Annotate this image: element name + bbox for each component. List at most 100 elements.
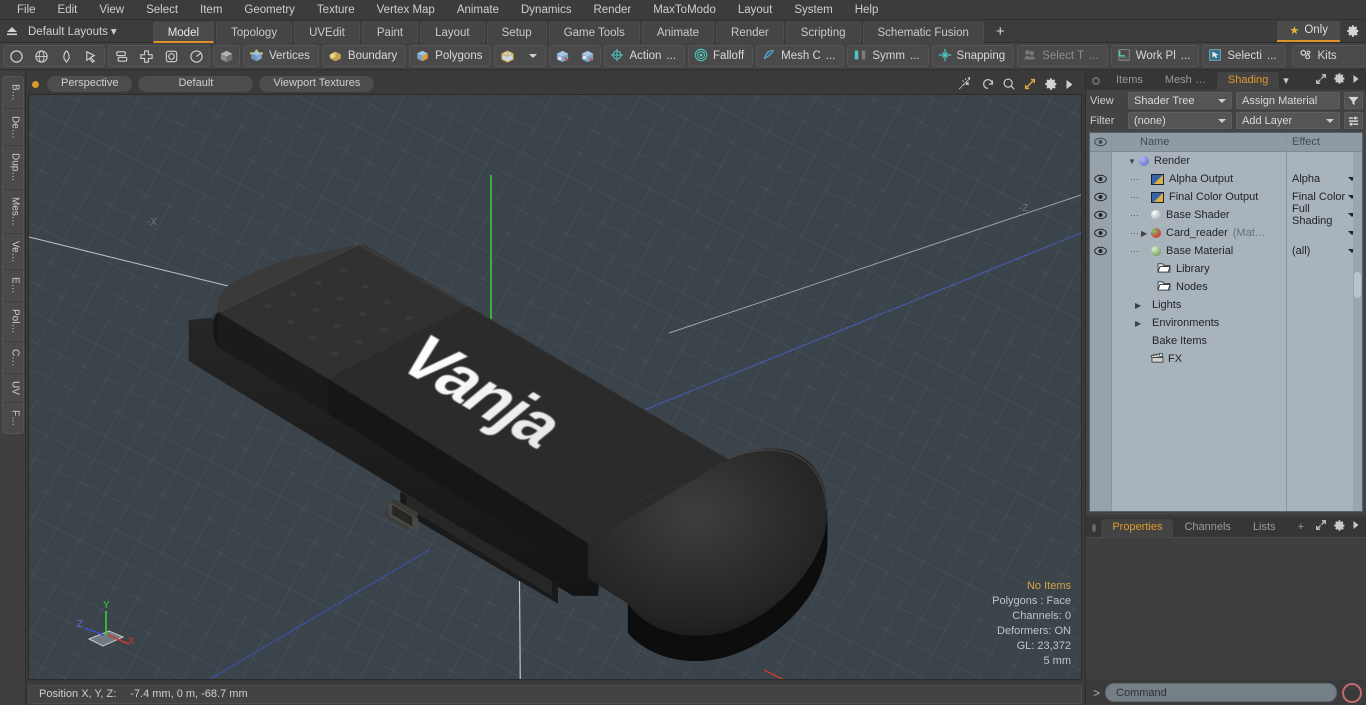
tab-properties[interactable]: Properties xyxy=(1101,518,1174,537)
card-reader-3d-model[interactable]: Vanja xyxy=(29,95,1081,679)
twirl-icon[interactable]: ▶ xyxy=(1135,319,1152,328)
falloff-button[interactable]: Falloff xyxy=(688,45,754,67)
viewport-projection-button[interactable]: Perspective xyxy=(47,76,133,92)
circle-icon[interactable] xyxy=(4,46,29,66)
snapping-button[interactable]: Snapping xyxy=(931,45,1015,67)
axis-gizmo[interactable]: Y X Z xyxy=(75,597,145,657)
add-tab-button[interactable]: + xyxy=(986,22,1015,43)
tree-row-base-material[interactable]: ⋯ Base Material xyxy=(1112,242,1286,260)
tree-row-card-reader[interactable]: ⋯ ▶ Card_reader (Mat… xyxy=(1112,224,1286,242)
symmetry-button[interactable]: Symm ... xyxy=(847,45,929,67)
shader-view-select[interactable]: Shader Tree xyxy=(1128,92,1232,109)
tab-layout[interactable]: Layout xyxy=(420,21,485,43)
twirl-icon[interactable]: ▶ xyxy=(1141,229,1151,238)
command-input[interactable]: Command xyxy=(1105,683,1337,702)
circle-cut-icon[interactable] xyxy=(184,46,209,66)
tab-setup[interactable]: Setup xyxy=(486,21,547,43)
expand-icon[interactable] xyxy=(1315,73,1327,88)
tab-uvedit[interactable]: UVEdit xyxy=(294,21,360,43)
left-tab-polygon[interactable]: Pol… xyxy=(2,302,23,342)
cube-shaded-icon[interactable] xyxy=(214,46,239,66)
tab-paint[interactable]: Paint xyxy=(361,21,419,43)
tab-topology[interactable]: Topology xyxy=(216,21,293,43)
menu-item-animate[interactable]: Animate xyxy=(446,0,510,20)
left-tab-mesh[interactable]: Mes… xyxy=(2,190,23,234)
tab-mesh[interactable]: Mesh … xyxy=(1154,72,1217,90)
tree-row-base-shader[interactable]: ⋯ Base Shader xyxy=(1112,206,1286,224)
zoom-tool-icon[interactable] xyxy=(1002,77,1016,91)
filter-funnel-icon[interactable] xyxy=(1344,92,1363,109)
stack-icon[interactable] xyxy=(109,46,134,66)
menu-item-vertex-map[interactable]: Vertex Map xyxy=(366,0,446,20)
action-center-button[interactable]: Action ... xyxy=(604,45,686,67)
effect-cell-base-material[interactable]: (all) xyxy=(1287,242,1362,260)
selection-mode-boundary[interactable]: Boundary xyxy=(321,45,407,67)
gear-icon[interactable] xyxy=(1333,72,1346,88)
assign-material-button[interactable]: Assign Material xyxy=(1236,92,1340,109)
rotate-tool-icon[interactable] xyxy=(981,77,995,91)
viewport-textures-button[interactable]: Viewport Textures xyxy=(259,76,375,92)
menu-item-item[interactable]: Item xyxy=(189,0,233,20)
tree-row-nodes[interactable]: Nodes xyxy=(1112,278,1286,296)
globe-icon[interactable] xyxy=(29,46,54,66)
cursor-arrow-icon[interactable] xyxy=(79,46,104,66)
tree-row-lights[interactable]: ▶ Lights xyxy=(1112,296,1286,314)
menu-arrow-icon[interactable] xyxy=(1352,74,1360,87)
effect-cell-base-shader[interactable]: Full Shading xyxy=(1287,203,1362,227)
tree-row-alpha-output[interactable]: ⋯ Alpha Output xyxy=(1112,170,1286,188)
pen-icon[interactable] xyxy=(54,46,79,66)
menu-arrow-icon[interactable] xyxy=(1352,520,1360,533)
menu-item-help[interactable]: Help xyxy=(844,0,890,20)
left-tab-uv[interactable]: UV xyxy=(2,374,23,403)
menu-item-maxtomodo[interactable]: MaxToModo xyxy=(642,0,727,20)
tab-game-tools[interactable]: Game Tools xyxy=(548,21,640,43)
work-plane-button[interactable]: Work Pl ... xyxy=(1110,45,1200,67)
selection-sets-button[interactable]: Selecti ... xyxy=(1202,45,1286,67)
properties-pane[interactable] xyxy=(1086,536,1366,680)
menu-item-edit[interactable]: Edit xyxy=(47,0,89,20)
left-tab-fusion[interactable]: F… xyxy=(3,403,23,433)
square-round-icon[interactable] xyxy=(159,46,184,66)
left-tab-edge[interactable]: E… xyxy=(2,270,23,303)
list-options-icon[interactable] xyxy=(1344,112,1363,129)
tab-lists[interactable]: Lists xyxy=(1242,519,1287,537)
left-tab-curve[interactable]: C… xyxy=(2,342,23,374)
gear-icon[interactable] xyxy=(1333,519,1346,535)
left-tab-vertex[interactable]: Ve… xyxy=(2,234,23,271)
visibility-toggle-base-material[interactable] xyxy=(1090,242,1111,260)
record-circle-icon[interactable] xyxy=(1342,682,1362,703)
collapse-up-icon[interactable] xyxy=(0,20,24,42)
shader-filter-select[interactable]: (none) xyxy=(1128,112,1232,129)
menu-item-select[interactable]: Select xyxy=(135,0,189,20)
left-tab-deform[interactable]: De… xyxy=(2,109,23,147)
tab-schematic-fusion[interactable]: Schematic Fusion xyxy=(862,21,984,43)
left-tab-basic[interactable]: B… xyxy=(2,77,23,109)
menu-item-file[interactable]: File xyxy=(6,0,47,20)
viewport-play-icon[interactable] xyxy=(1065,79,1074,90)
menu-item-system[interactable]: System xyxy=(783,0,843,20)
tab-model[interactable]: Model xyxy=(152,21,215,43)
twirl-icon[interactable]: ▶ xyxy=(1135,301,1152,310)
move-tool-icon[interactable] xyxy=(958,77,974,91)
tab-render[interactable]: Render xyxy=(716,21,784,43)
kits-button[interactable]: Kits xyxy=(1291,45,1366,67)
left-tab-duplicate[interactable]: Dup… xyxy=(2,146,23,190)
tree-row-final-color-output[interactable]: ⋯ Final Color Output xyxy=(1112,188,1286,206)
move-cross-icon[interactable] xyxy=(134,46,159,66)
menu-item-render[interactable]: Render xyxy=(582,0,642,20)
cube-snap-a-icon[interactable] xyxy=(550,46,575,66)
tab-animate[interactable]: Animate xyxy=(641,21,715,43)
panel-menu-dot[interactable] xyxy=(1092,523,1097,532)
selection-mode-polygons[interactable]: Polygons xyxy=(409,45,492,67)
add-panel-tab-button[interactable]: + xyxy=(1287,519,1315,537)
tab-shading[interactable]: Shading xyxy=(1216,72,1280,90)
visibility-toggle-alpha-output[interactable] xyxy=(1090,170,1111,188)
tab-scripting[interactable]: Scripting xyxy=(785,21,861,43)
only-favorites-button[interactable]: ★ Only xyxy=(1277,20,1340,42)
viewport-gear-icon[interactable] xyxy=(1044,77,1058,91)
menu-item-view[interactable]: View xyxy=(88,0,135,20)
tree-row-bake-items[interactable]: Bake Items xyxy=(1112,332,1286,350)
shader-tree[interactable]: Name ▼ Render ⋯ Alpha Output ⋯ Final Col… xyxy=(1089,132,1363,512)
chevron-down-icon[interactable]: ▾ xyxy=(1283,74,1289,87)
expand-icon[interactable] xyxy=(1315,519,1327,534)
